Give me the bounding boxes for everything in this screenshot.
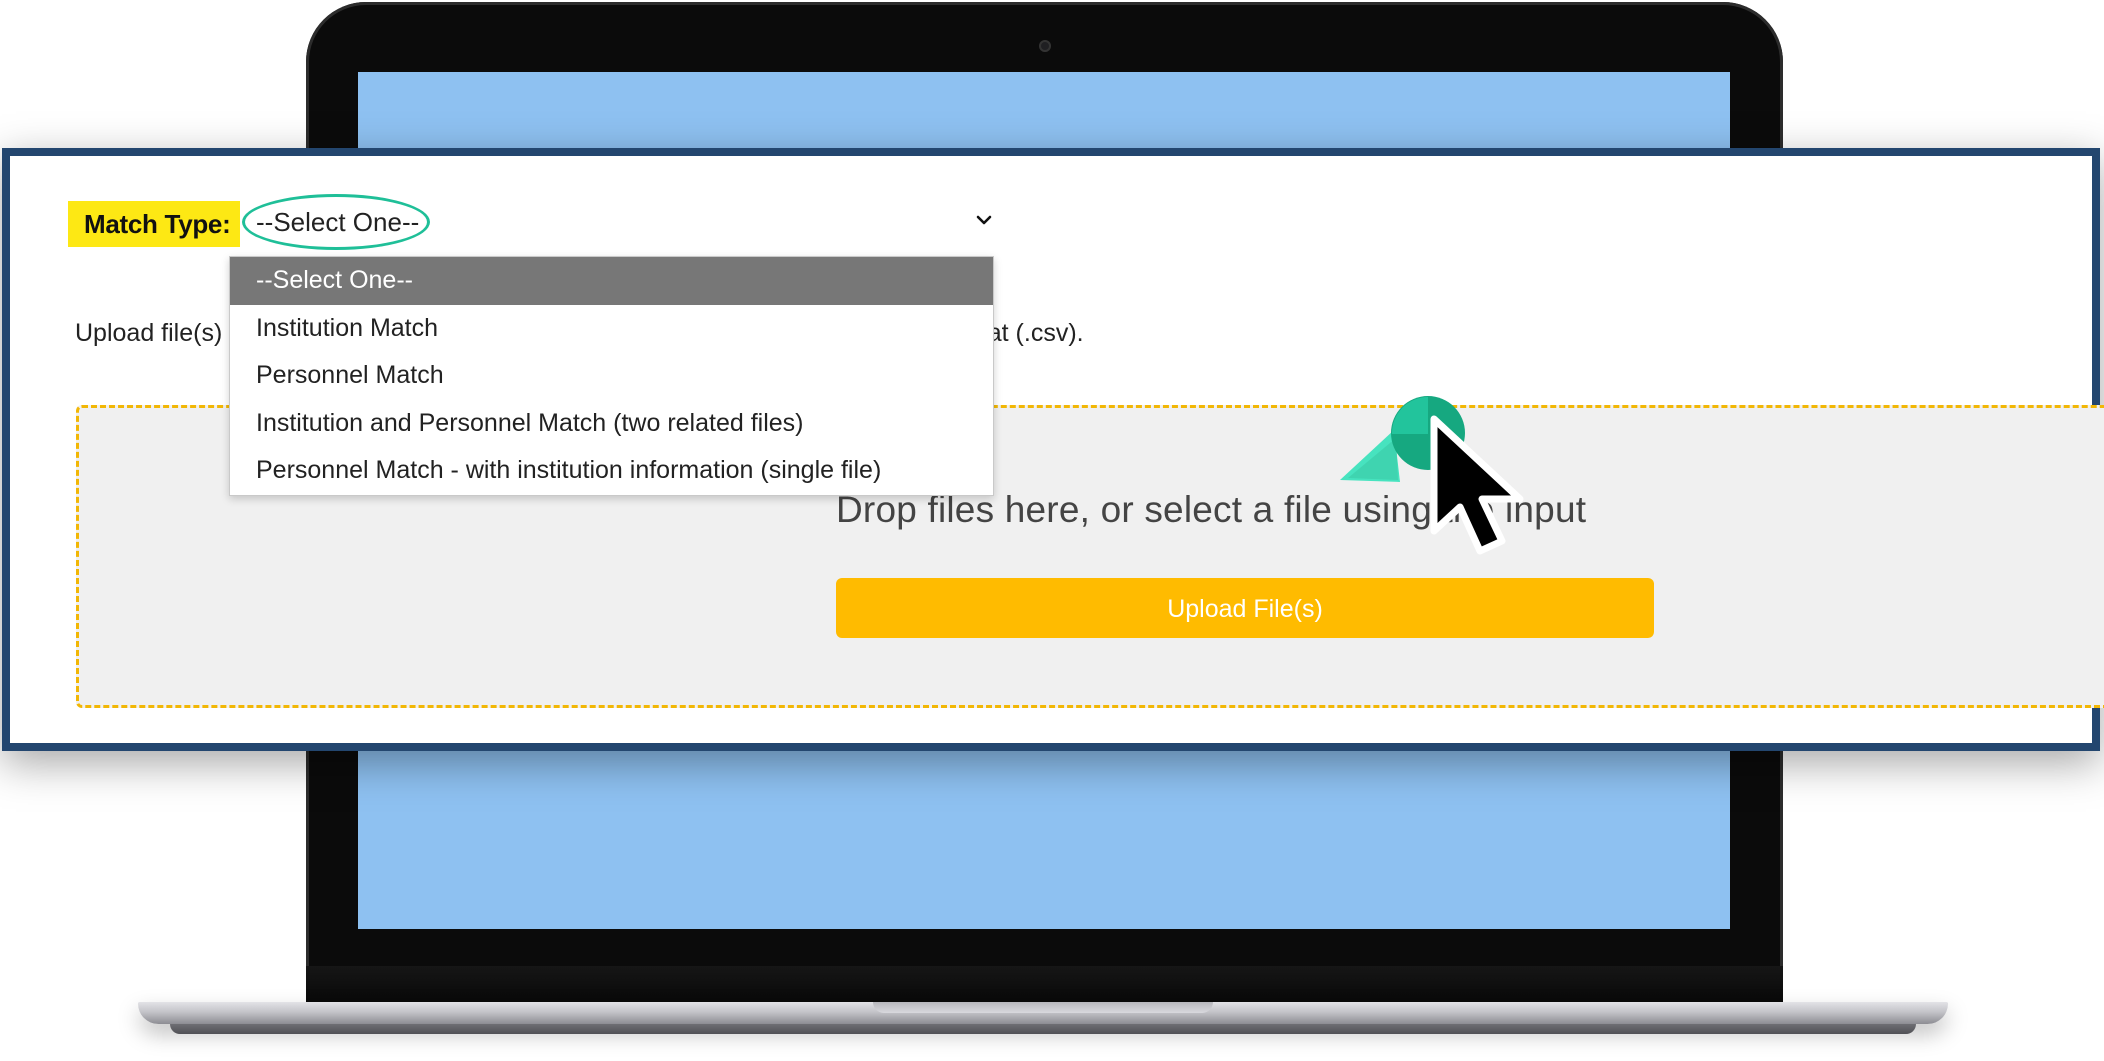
laptop-hinge-notch <box>873 1002 1213 1013</box>
dropdown-option-personnel-match[interactable]: Personnel Match <box>230 352 993 400</box>
match-type-dropdown-list: --Select One-- Institution Match Personn… <box>229 256 994 496</box>
match-type-select[interactable]: --Select One-- <box>242 194 1000 250</box>
match-type-label: Match Type: <box>68 201 241 247</box>
dropdown-option-select-one[interactable]: --Select One-- <box>230 257 993 305</box>
upload-form-panel: Match Type: --Select One-- Upload file(s… <box>2 148 2104 751</box>
dropdown-option-institution-and-personnel[interactable]: Institution and Personnel Match (two rel… <box>230 400 993 448</box>
laptop-base-bottom <box>170 1024 1916 1034</box>
illustration-stage: Match Type: --Select One-- Upload file(s… <box>0 0 2104 1061</box>
laptop-chin <box>306 966 1783 1002</box>
select-current-value: --Select One-- <box>256 207 420 237</box>
laptop-camera <box>1039 40 1051 52</box>
dropdown-option-institution-match[interactable]: Institution Match <box>230 305 993 353</box>
dropdown-option-personnel-with-institution[interactable]: Personnel Match - with institution infor… <box>230 447 993 495</box>
upload-instructions-left: Upload file(s) <box>75 319 223 347</box>
chevron-down-icon <box>976 215 992 225</box>
upload-files-button[interactable]: Upload File(s) <box>836 578 1654 638</box>
mouse-pointer-icon <box>1430 415 1524 555</box>
